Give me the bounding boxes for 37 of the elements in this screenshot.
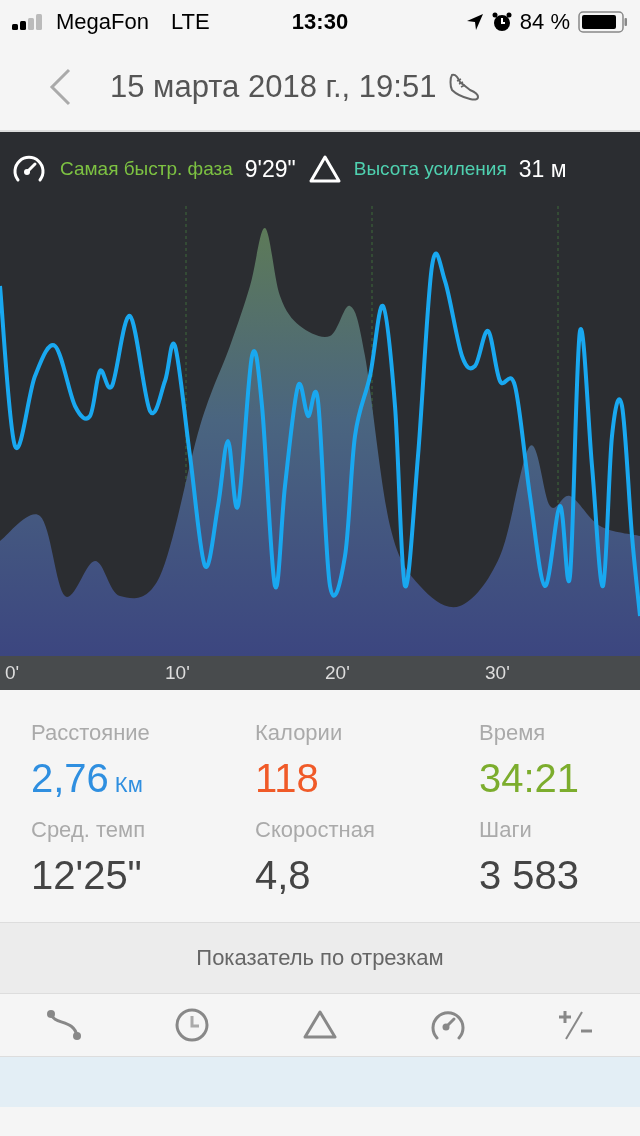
carrier-name: MegaFon xyxy=(56,9,149,35)
stat-value: 3 583 xyxy=(479,853,581,898)
stat-value: 118 xyxy=(255,756,320,801)
clock-time: 13:30 xyxy=(291,9,349,35)
network-type: LTE xyxy=(170,9,210,35)
stat-label: Калории xyxy=(255,720,344,746)
stat-label: Скоростная xyxy=(255,817,376,843)
stat-label: Сред. темп xyxy=(31,817,147,843)
stat-label: Расстояние xyxy=(31,720,151,746)
speedometer-icon xyxy=(429,1008,467,1042)
axis-label: 0' xyxy=(4,662,21,684)
axis-label: 20' xyxy=(324,662,351,684)
triangle-icon xyxy=(302,1009,338,1041)
plus-minus-icon xyxy=(559,1009,593,1041)
stat-value: 12'25" xyxy=(31,853,143,898)
stat-label: Время xyxy=(479,720,547,746)
location-arrow-icon xyxy=(465,13,484,31)
axis-label: 10' xyxy=(164,662,191,684)
summary-value: 9'29" xyxy=(244,155,296,183)
stat-value: 4,8 xyxy=(255,853,312,898)
axis-label: 30' xyxy=(484,662,511,684)
summary-value: 31 м xyxy=(518,155,567,183)
shoe-icon xyxy=(448,72,481,102)
stat-value: 2,76 Км xyxy=(31,756,144,801)
workout-date-title: 15 марта 2018 г., 19:51 xyxy=(110,69,437,105)
battery-icon xyxy=(578,11,628,33)
battery-percent: 84 % xyxy=(519,9,570,35)
stat-label: Шаги xyxy=(479,817,533,843)
segments-header: Показатель по отрезкам xyxy=(0,922,640,994)
alarm-clock-icon xyxy=(491,12,512,32)
clock-icon xyxy=(174,1007,210,1043)
route-icon xyxy=(46,1009,82,1041)
back-chevron-icon xyxy=(49,68,71,106)
summary-label: Высота усиления xyxy=(353,158,507,180)
stat-value: 34:21 xyxy=(479,756,581,801)
summary-label: Самая быстр. фаза xyxy=(60,158,233,180)
triangle-icon xyxy=(307,154,342,184)
